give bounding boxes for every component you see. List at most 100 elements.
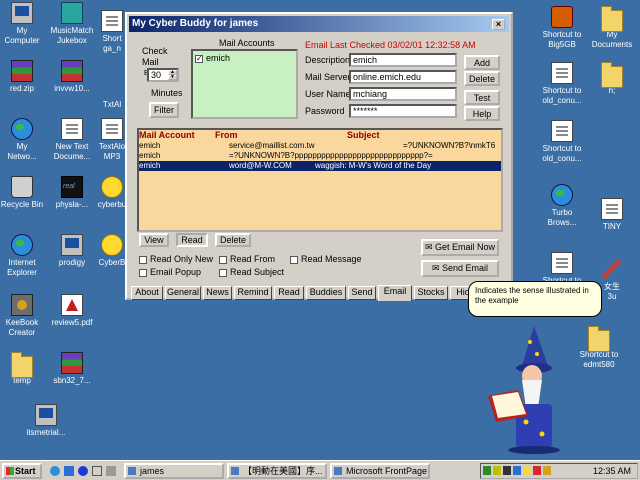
desktop-icon-h[interactable]: h; (581, 62, 640, 96)
tray-misc-icon[interactable] (543, 466, 551, 475)
option-label: Read Only New (150, 254, 214, 264)
tray-volume-icon[interactable] (493, 466, 501, 475)
cyberbuddy-icon (101, 234, 123, 256)
mail-accounts-list[interactable]: emich (191, 49, 298, 119)
read-button[interactable]: Read (176, 233, 208, 247)
mail-row-selected[interactable]: emich word@M-W.COM waggish: M-W's Word o… (139, 161, 501, 171)
mail-row[interactable]: emich service@maillist.com.tw =?UNKNOWN?… (139, 141, 501, 151)
taskbar-button-james[interactable]: james (124, 463, 224, 479)
column-header-from[interactable]: From (215, 130, 238, 140)
tray-app-icon[interactable] (483, 466, 491, 475)
tray-en-icon[interactable] (513, 466, 521, 475)
tab-email[interactable]: Email (378, 285, 412, 301)
check-mail-label: Check Mail (142, 46, 168, 67)
start-button[interactable]: Start (2, 463, 42, 479)
tab-general[interactable]: General (165, 286, 201, 300)
option-email-popup[interactable]: Email Popup (139, 267, 201, 277)
taskbar-button-frontpage[interactable]: Microsoft FrontPage (330, 463, 430, 479)
tab-read[interactable]: Read (274, 286, 304, 300)
start-label: Start (15, 466, 36, 476)
desktop-icon-sbn32[interactable]: sbn32_7... (41, 352, 103, 386)
add-button[interactable]: Add (464, 55, 500, 70)
delete-mail-button[interactable]: Delete (215, 233, 251, 247)
tab-buddies[interactable]: Buddies (306, 286, 346, 300)
wizard-character[interactable] (482, 326, 562, 454)
taskbar: Start james 【明動在美國】序... Microsoft FrontP… (0, 460, 640, 480)
view-button[interactable]: View (139, 233, 169, 247)
mail-server-field[interactable]: online.emich.edu (349, 70, 457, 84)
desktop-icon-label: sbn32_7... (53, 376, 91, 385)
user-name-field[interactable]: mchiang (349, 87, 457, 101)
tab-remind[interactable]: Remind (234, 286, 272, 300)
wizard-hat-icon (522, 326, 548, 366)
mail-row-subject: =?UNKNOWN?B?\nmkT6 (403, 141, 496, 150)
desktop-icon-itsmetrial[interactable]: itsmetrial... (15, 404, 77, 438)
desktop-icon-my-documents[interactable]: My Documents (581, 6, 640, 50)
shortcut-icon (551, 120, 573, 142)
checkbox[interactable] (219, 268, 227, 277)
tab-send[interactable]: Send (348, 286, 376, 300)
window-title-bar[interactable]: My Cyber Buddy for james × (129, 16, 509, 32)
description-field[interactable]: emich (349, 53, 457, 67)
mail-list[interactable]: Mail Account From Subject emich service@… (137, 128, 503, 232)
desktop-icon-shortcut-old-conu-2[interactable]: Shortcut to old_conu... (531, 120, 593, 164)
delete-account-button[interactable]: Delete (464, 71, 500, 86)
internet-explorer-icon[interactable] (50, 466, 60, 476)
description-label: Description (305, 55, 351, 65)
tooltip-text: Indicates the sense illustrated in the e… (475, 286, 589, 305)
password-field[interactable]: ******* (349, 104, 457, 118)
network-icon (11, 118, 33, 140)
tray-cyberbuddy-icon[interactable] (523, 466, 531, 475)
quicktime-icon[interactable] (106, 466, 116, 476)
option-read-subject[interactable]: Read Subject (219, 267, 284, 277)
turbo-browser-icon (551, 184, 573, 206)
tab-about[interactable]: About (131, 286, 163, 300)
minutes-label: Minutes (151, 88, 183, 98)
checkbox[interactable] (290, 255, 298, 264)
tray-alert-icon[interactable] (533, 466, 541, 475)
desktop-icon-tiny[interactable]: TINY (581, 198, 640, 232)
filter-button[interactable]: Filter (149, 102, 179, 118)
send-email-button[interactable]: ✉ Send Email (421, 260, 499, 277)
cyber-buddy-window: My Cyber Buddy for james × Check Mail E … (125, 12, 513, 301)
checkbox[interactable] (139, 255, 147, 264)
tray-network-icon[interactable] (503, 466, 511, 475)
column-header-account[interactable]: Mail Account (139, 130, 195, 140)
checkbox[interactable] (219, 255, 227, 264)
quick-launch (48, 464, 118, 478)
desktop-icon-label: Shortcut to old_conu... (542, 144, 582, 163)
mail-row-from: =?UNKNOWN?B?pppppppppppppppppppppppppppp… (229, 151, 433, 160)
clock[interactable]: 12:35 AM (593, 465, 631, 477)
desktop-icon-label: Shortcut to edmt580 (579, 350, 619, 369)
mail-row[interactable]: emich =?UNKNOWN?B?pppppppppppppppppppppp… (139, 151, 501, 161)
get-email-now-button[interactable]: ✉ Get Email Now (421, 239, 499, 256)
close-button[interactable]: × (492, 19, 505, 30)
tab-stocks[interactable]: Stocks (414, 286, 448, 300)
tiny-icon (601, 198, 623, 220)
spin-down-icon[interactable]: ▼ (168, 75, 177, 80)
tab-news[interactable]: News (203, 286, 232, 300)
help-button[interactable]: Help (464, 106, 500, 121)
desktop-icon-label: TINY (602, 222, 622, 231)
password-label: Password (305, 106, 345, 116)
taskbar-button-ie[interactable]: 【明動在美國】序... (227, 463, 327, 479)
option-read-from[interactable]: Read From (219, 254, 275, 264)
checkbox[interactable] (139, 268, 147, 277)
minutes-stepper[interactable]: 30 ▲ ▼ (147, 68, 179, 82)
window-title: My Cyber Buddy for james (132, 18, 259, 29)
assistant-tooltip: Indicates the sense illustrated in the e… (468, 281, 602, 317)
outlook-icon[interactable] (64, 466, 74, 476)
desktop-icon-review5-pdf[interactable]: review5.pdf (41, 294, 103, 328)
mail-account-item[interactable]: emich (195, 53, 230, 64)
desktop-icon-edmt580[interactable]: Shortcut to edmt580 (568, 326, 630, 370)
send-mail-icon: ✉ (431, 263, 442, 273)
prodigy-icon (61, 234, 83, 256)
column-header-subject[interactable]: Subject (347, 130, 380, 140)
option-read-message[interactable]: Read Message (290, 254, 362, 264)
channels-icon[interactable] (78, 466, 88, 476)
option-label: Email Popup (150, 267, 202, 277)
test-button[interactable]: Test (464, 90, 500, 105)
option-read-only-new[interactable]: Read Only New (139, 254, 213, 264)
account-checkbox[interactable] (195, 54, 203, 64)
show-desktop-icon[interactable] (92, 466, 102, 476)
